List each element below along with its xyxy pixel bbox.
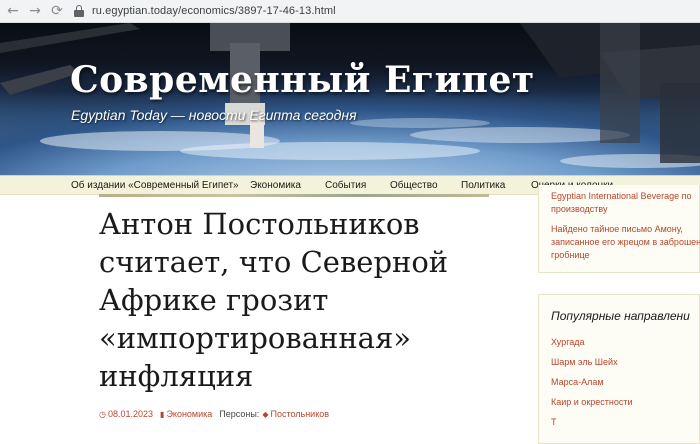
url-text[interactable]: ru.egyptian.today/economics/3897-17-46-1… — [92, 5, 336, 17]
recent-post-link[interactable]: Найдено тайное письмо Амону, — [551, 223, 683, 236]
arrow-left-icon[interactable]: ← — [2, 0, 24, 22]
recent-post-link[interactable]: производству — [551, 203, 607, 216]
nav-item-society[interactable]: Общество — [390, 180, 438, 191]
destination-link[interactable]: Хургада — [551, 337, 585, 347]
post-date[interactable]: 08.01.2023 — [108, 409, 153, 419]
title-line: «импортированная» — [99, 321, 411, 355]
site-tagline: Egyptian Today — новости Египта сегодня — [71, 107, 357, 123]
recent-post-link[interactable]: Egyptian International Beverage по — [551, 190, 691, 203]
tag-icon: ◆ — [262, 409, 269, 419]
title-line: считает, что Северной — [99, 245, 449, 279]
address-bar[interactable]: ru.egyptian.today/economics/3897-17-46-1… — [72, 2, 700, 21]
persons-label: Персоны: — [219, 409, 260, 419]
destination-link[interactable]: Т — [551, 417, 557, 427]
widget-title: Популярные направлени — [551, 309, 690, 323]
destination-link[interactable]: Марса-Алам — [551, 377, 604, 387]
browser-toolbar: ← → ⟳ ru.egyptian.today/economics/3897-1… — [0, 0, 700, 23]
site-title[interactable]: Современный Египет — [70, 59, 535, 101]
lock-icon[interactable] — [74, 5, 84, 17]
sidebar: Egyptian International Beverage по произ… — [538, 185, 700, 444]
title-line: инфляция — [99, 359, 254, 393]
category-link[interactable]: Экономика — [166, 409, 212, 419]
arrow-right-icon[interactable]: → — [24, 0, 46, 22]
featured-image-edge — [99, 194, 489, 197]
recent-posts-widget: Egyptian International Beverage по произ… — [538, 185, 700, 273]
nav-item-events[interactable]: События — [325, 180, 366, 191]
title-line: Африке грозит — [99, 283, 329, 317]
title-line: Антон Постольников — [99, 207, 420, 241]
article-title: Антон Постольников считает, что Северной… — [99, 205, 499, 395]
recent-post-link[interactable]: записанное его жрецом в заброшенн — [551, 236, 700, 249]
person-tag-link[interactable]: Постольников — [270, 409, 329, 419]
nav-item-economics[interactable]: Экономика — [250, 180, 301, 191]
nav-item-about[interactable]: Об издании «Современный Египет» — [71, 180, 239, 191]
destination-link[interactable]: Шарм эль Шейх — [551, 357, 618, 367]
nav-item-politics[interactable]: Политика — [461, 180, 505, 191]
header-banner: Современный Египет Egyptian Today — ново… — [0, 23, 700, 175]
recent-post-link[interactable]: гробнице — [551, 249, 590, 262]
destination-link[interactable]: Каир и окрестности — [551, 397, 633, 407]
clock-icon: ◷ — [99, 409, 106, 419]
folder-icon: ▮ — [160, 409, 165, 419]
entry-meta: ◷ 08.01.2023 ▮ Экономика Персоны: ◆ Пост… — [99, 409, 329, 419]
popular-destinations-widget: Популярные направлени Хургада Шарм эль Ш… — [538, 294, 700, 444]
reload-icon[interactable]: ⟳ — [46, 0, 68, 22]
